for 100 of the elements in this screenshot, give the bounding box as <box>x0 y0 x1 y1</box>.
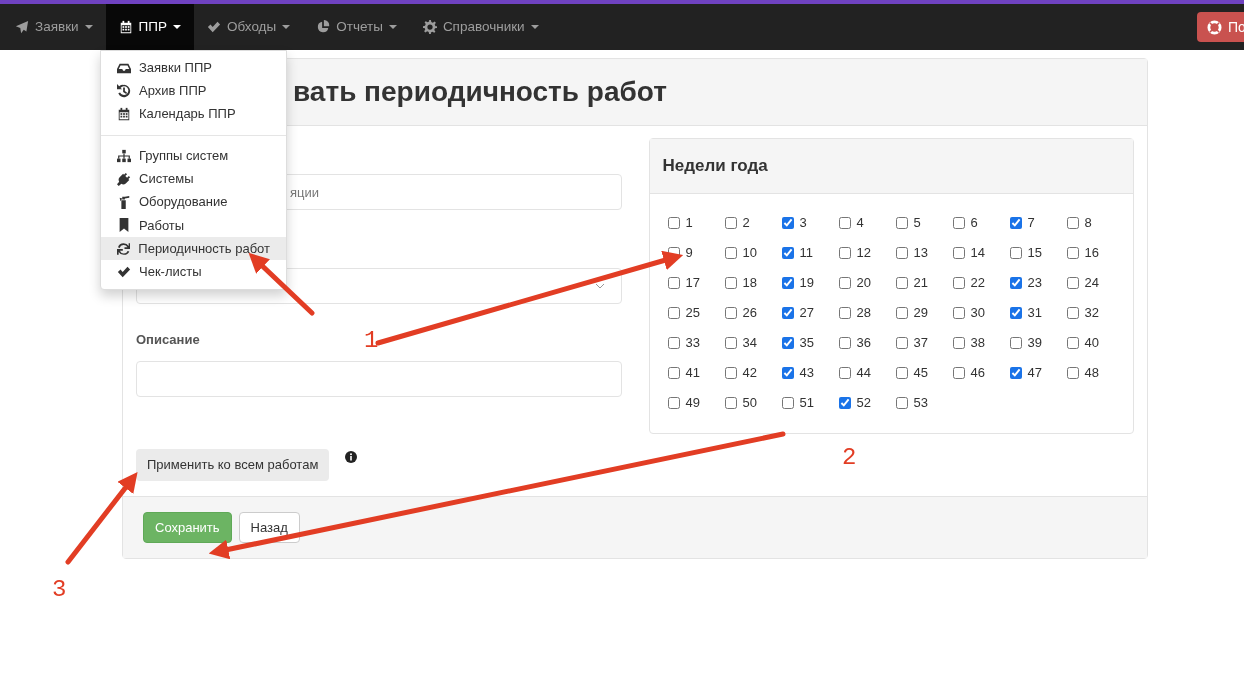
week-checkbox[interactable] <box>952 367 965 379</box>
week-label: 8 <box>1084 214 1092 233</box>
week-checkbox[interactable] <box>724 307 737 319</box>
week-checkbox[interactable] <box>838 397 851 409</box>
week-checkbox[interactable] <box>895 217 908 229</box>
week-checkbox[interactable] <box>1009 217 1022 229</box>
week-checkbox[interactable] <box>667 367 680 379</box>
week-checkbox[interactable] <box>781 397 794 409</box>
dropdown-item[interactable]: Работы <box>101 213 286 238</box>
week-label: 3 <box>799 214 807 233</box>
week-label: 13 <box>913 244 928 263</box>
week-checkbox[interactable] <box>1009 367 1022 379</box>
week-checkbox[interactable] <box>724 217 737 229</box>
week-checkbox[interactable] <box>895 337 908 349</box>
panel-title: Недели года <box>649 139 1133 194</box>
week-label: 23 <box>1027 274 1042 293</box>
week-checkbox[interactable] <box>1066 337 1079 349</box>
week-checkbox[interactable] <box>667 337 680 349</box>
week-label: 39 <box>1027 334 1042 353</box>
week-checkbox[interactable] <box>952 337 965 349</box>
week-checkbox[interactable] <box>1066 277 1079 289</box>
week-checkbox[interactable] <box>724 277 737 289</box>
week-label: 7 <box>1027 214 1035 233</box>
week-checkbox[interactable] <box>667 307 680 319</box>
week-checkbox[interactable] <box>895 367 908 379</box>
dropdown-item[interactable]: Заявки ППР <box>101 56 286 80</box>
nav-menu-item[interactable]: Справочники <box>409 4 552 50</box>
nav-menu-item[interactable]: Отчеты <box>303 4 410 50</box>
week-checkbox[interactable] <box>895 307 908 319</box>
week-label: 16 <box>1084 244 1099 263</box>
chevron-down-icon <box>595 283 605 289</box>
week-checkbox[interactable] <box>781 277 794 289</box>
plug-icon <box>117 171 131 186</box>
dropdown-item[interactable]: Чек-листы <box>101 260 286 284</box>
week-label: 19 <box>799 274 814 293</box>
week-checkbox[interactable] <box>781 307 794 319</box>
week-checkbox[interactable] <box>781 247 794 259</box>
week-checkbox[interactable] <box>1009 247 1022 259</box>
week-checkbox[interactable] <box>724 367 737 379</box>
week-label: 26 <box>742 304 757 323</box>
week-checkbox[interactable] <box>1066 217 1079 229</box>
nav-menu-item[interactable]: Заявки <box>2 4 106 50</box>
field-label: Описание <box>136 331 200 349</box>
week-checkbox[interactable] <box>895 397 908 409</box>
sitemap-icon <box>117 148 131 163</box>
week-checkbox[interactable] <box>1066 367 1079 379</box>
week-checkbox[interactable] <box>781 367 794 379</box>
week-checkbox[interactable] <box>838 217 851 229</box>
week-checkbox[interactable] <box>952 217 965 229</box>
week-label: 33 <box>685 334 700 353</box>
week-checkbox[interactable] <box>952 307 965 319</box>
week-label: 47 <box>1027 364 1042 383</box>
week-checkbox[interactable] <box>667 397 680 409</box>
week-label: 36 <box>856 334 871 353</box>
info-icon[interactable] <box>345 451 358 463</box>
week-checkbox[interactable] <box>952 277 965 289</box>
refresh-icon <box>117 241 131 256</box>
week-label: 2 <box>742 214 750 233</box>
week-checkbox[interactable] <box>667 217 680 229</box>
dropdown-item[interactable]: Группы систем <box>101 143 286 168</box>
week-checkbox[interactable] <box>724 247 737 259</box>
week-checkbox[interactable] <box>1009 277 1022 289</box>
week-checkbox[interactable] <box>724 397 737 409</box>
annotation-number: 3 <box>52 578 67 602</box>
week-label: 25 <box>685 304 700 323</box>
week-checkbox[interactable] <box>781 217 794 229</box>
week-checkbox[interactable] <box>1066 307 1079 319</box>
week-checkbox[interactable] <box>838 247 851 259</box>
page-title: вать периодичность работ <box>292 75 667 109</box>
week-checkbox[interactable] <box>1009 337 1022 349</box>
paper-plane-icon <box>15 20 29 34</box>
week-checkbox[interactable] <box>895 247 908 259</box>
dropdown-item[interactable]: Архив ППР <box>101 79 286 103</box>
week-label: 24 <box>1084 274 1099 293</box>
week-label: 52 <box>856 394 871 413</box>
week-checkbox[interactable] <box>838 277 851 289</box>
annotation-number: 2 <box>842 446 857 470</box>
apply-button[interactable]: Применить ко всем работам <box>136 449 330 481</box>
week-label: 48 <box>1084 364 1099 383</box>
week-label: 40 <box>1084 334 1099 353</box>
week-checkbox[interactable] <box>895 277 908 289</box>
nav-menu-item[interactable]: Обходы <box>194 4 304 50</box>
week-label: 31 <box>1027 304 1042 323</box>
week-checkbox[interactable] <box>781 337 794 349</box>
week-checkbox[interactable] <box>952 247 965 259</box>
text-field[interactable] <box>136 360 622 397</box>
week-checkbox[interactable] <box>838 367 851 379</box>
week-checkbox[interactable] <box>838 307 851 319</box>
week-label: 49 <box>685 394 700 413</box>
dropdown-item[interactable]: Периодичность работ <box>101 237 286 261</box>
week-checkbox[interactable] <box>724 337 737 349</box>
week-checkbox[interactable] <box>667 277 680 289</box>
week-checkbox[interactable] <box>1009 307 1022 319</box>
week-checkbox[interactable] <box>1066 247 1079 259</box>
dropdown-item[interactable]: Календарь ППР <box>101 102 286 126</box>
nav-menu-item[interactable]: ППР <box>105 4 194 50</box>
week-checkbox[interactable] <box>838 337 851 349</box>
week-label: 12 <box>856 244 871 263</box>
extinguisher-icon <box>117 195 131 210</box>
week-label: 44 <box>856 364 871 383</box>
